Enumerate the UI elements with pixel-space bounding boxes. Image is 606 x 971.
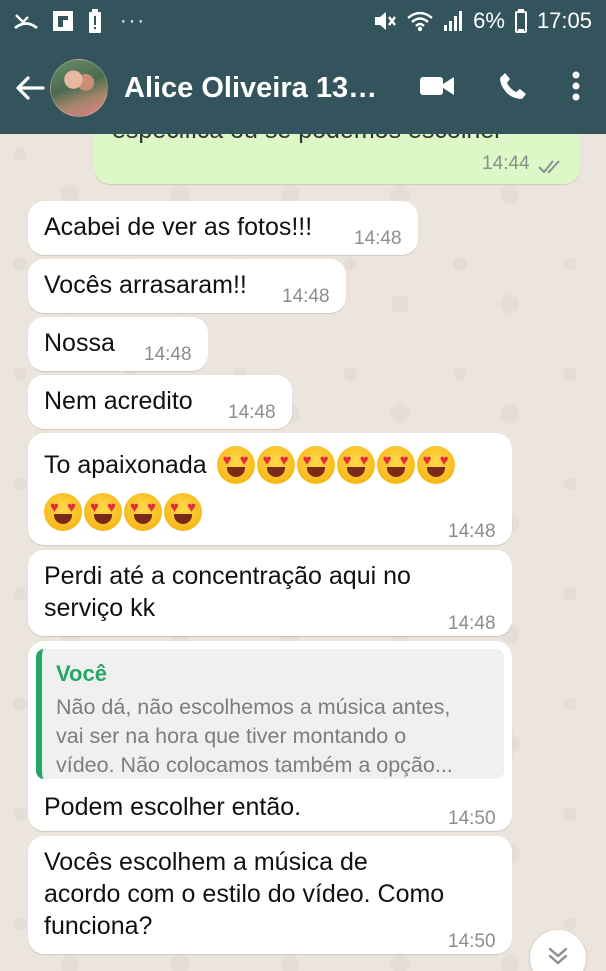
message-text: Nem acredito [44,387,193,415]
double-chevron-down-icon [547,945,569,971]
video-call-icon[interactable] [420,75,454,102]
mute-icon [373,10,397,32]
message-text: especifica ou se podemos escolher [112,134,503,146]
heart-eyes-emoji-icon [256,446,295,484]
message-incoming[interactable]: Perdi até a concentração aqui no serviço… [28,550,512,636]
message-text: Nossa [44,329,115,357]
message-text: serviço kk [44,594,156,622]
message-incoming[interactable]: Nossa 14:48 [28,317,208,371]
quote-text: Não dá, não escolhemos a música antes, [56,695,451,719]
message-outgoing[interactable]: especifica ou se podemos escolher 14:44 [94,134,580,184]
battery-icon [514,9,527,33]
flipboard-icon [52,10,74,32]
heart-eyes-emoji-icon [164,493,202,531]
message-incoming[interactable]: Nem acredito 14:48 [28,375,292,429]
heart-eyes-emoji-icon [84,493,122,531]
message-time: 14:48 [354,228,402,249]
contact-avatar[interactable] [50,59,108,117]
voice-call-icon[interactable] [498,71,528,106]
contact-name[interactable]: Alice Oliveira 13/... [124,72,380,105]
chat-header: Alice Oliveira 13/... [0,42,606,134]
message-list[interactable]: especifica ou se podemos escolher 14:44 … [0,134,606,971]
message-time: 14:48 [228,402,276,423]
battery-alert-icon [88,9,102,33]
status-bar: ··· 6% 17:05 [0,0,606,42]
heart-eyes-emoji-icon [296,446,335,484]
scroll-to-bottom-button[interactable] [530,930,586,971]
quote-author: Você [56,661,107,686]
message-text: Podem escolher então. [44,793,302,821]
quote-text: vai ser na hora que tiver montando o [56,724,407,748]
message-time: 14:48 [448,613,496,634]
message-time: 14:48 [144,344,192,365]
back-arrow-icon[interactable] [12,70,48,106]
heart-eyes-emoji-icon [416,446,455,484]
message-incoming[interactable]: Vocês escolhem a música de acordo com o … [28,836,512,954]
message-text: acordo com o estilo do vídeo. Como [44,880,445,908]
read-receipt-icon [538,151,564,183]
more-options-icon[interactable] [572,71,580,106]
message-text: Acabei de ver as fotos!!! [44,213,313,241]
message-time: 14:48 [282,286,330,307]
message-time: 14:44 [482,153,530,174]
message-time: 14:50 [448,931,496,952]
message-time: 14:50 [448,808,496,829]
clock: 17:05 [536,8,592,33]
message-incoming[interactable]: Vocês arrasaram!! 14:48 [28,259,346,313]
message-text: funciona? [44,912,153,940]
heart-eyes-emoji-icon [216,446,255,484]
heart-eyes-emoji-icon [336,446,375,484]
message-incoming[interactable]: To apaixonada 14:48 [28,433,512,545]
quoted-message[interactable]: Você Não dá, não escolhemos a música ant… [36,649,504,779]
message-incoming-reply[interactable]: Você Não dá, não escolhemos a música ant… [28,641,512,831]
quote-text: vídeo. Não colocamos também a opção... [56,753,453,777]
signal-icon [443,11,463,31]
wifi-icon [407,10,433,32]
missed-call-icon [14,11,38,31]
message-text: Vocês arrasaram!! [44,271,247,299]
more-notifications-indicator: ··· [120,9,146,32]
heart-eyes-emoji-icon [44,493,82,531]
message-text: Vocês escolhem a música de [44,848,368,876]
message-text: To apaixonada [44,451,207,479]
battery-percentage: 6% [473,8,505,33]
message-time: 14:48 [448,521,496,542]
heart-eyes-emoji-icon [124,493,162,531]
message-text: Perdi até a concentração aqui no [44,562,411,590]
heart-eyes-emoji-icon [376,446,415,484]
message-incoming[interactable]: Acabei de ver as fotos!!! 14:48 [28,201,418,255]
